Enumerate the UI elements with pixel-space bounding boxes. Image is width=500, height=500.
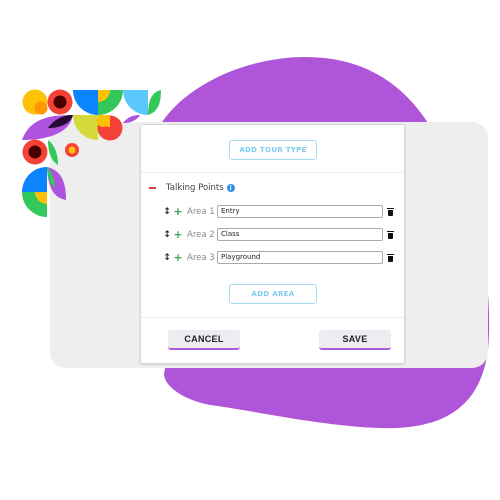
area-label: Area 2 [187,229,215,240]
divider [141,172,404,173]
plus-icon[interactable]: + [173,228,183,241]
plus-icon[interactable]: + [173,251,183,264]
drag-handle-icon[interactable]: ↕ [163,230,171,240]
trash-icon[interactable] [386,230,394,239]
area-row: ↕ + Area 3 Playground [163,251,394,264]
divider [141,317,404,318]
area-row: ↕ + Area 1 Entry [163,205,394,218]
plus-icon[interactable]: + [173,205,183,218]
area-input[interactable]: Entry [217,205,383,218]
minus-icon[interactable] [149,187,156,189]
info-icon[interactable]: i [226,184,235,192]
add-tour-type-button[interactable]: ADD TOUR TYPE [229,140,317,160]
section-title: Talking Points [166,183,224,193]
drag-handle-icon[interactable]: ↕ [163,253,171,263]
area-row: ↕ + Area 2 Class [163,228,394,241]
save-button[interactable]: SAVE [319,330,391,350]
area-label: Area 3 [187,252,215,263]
area-label: Area 1 [187,206,215,217]
trash-icon[interactable] [386,253,394,262]
edit-tour-dialog: ADD TOUR TYPE Talking Points i ↕ + Area … [140,124,405,364]
add-area-button[interactable]: ADD AREA [229,284,317,304]
talking-points-header: Talking Points i [149,183,235,193]
drag-handle-icon[interactable]: ↕ [163,207,171,217]
area-input[interactable]: Class [217,228,383,241]
area-input[interactable]: Playground [217,251,383,264]
trash-icon[interactable] [386,207,394,216]
cancel-button[interactable]: CANCEL [168,330,240,350]
